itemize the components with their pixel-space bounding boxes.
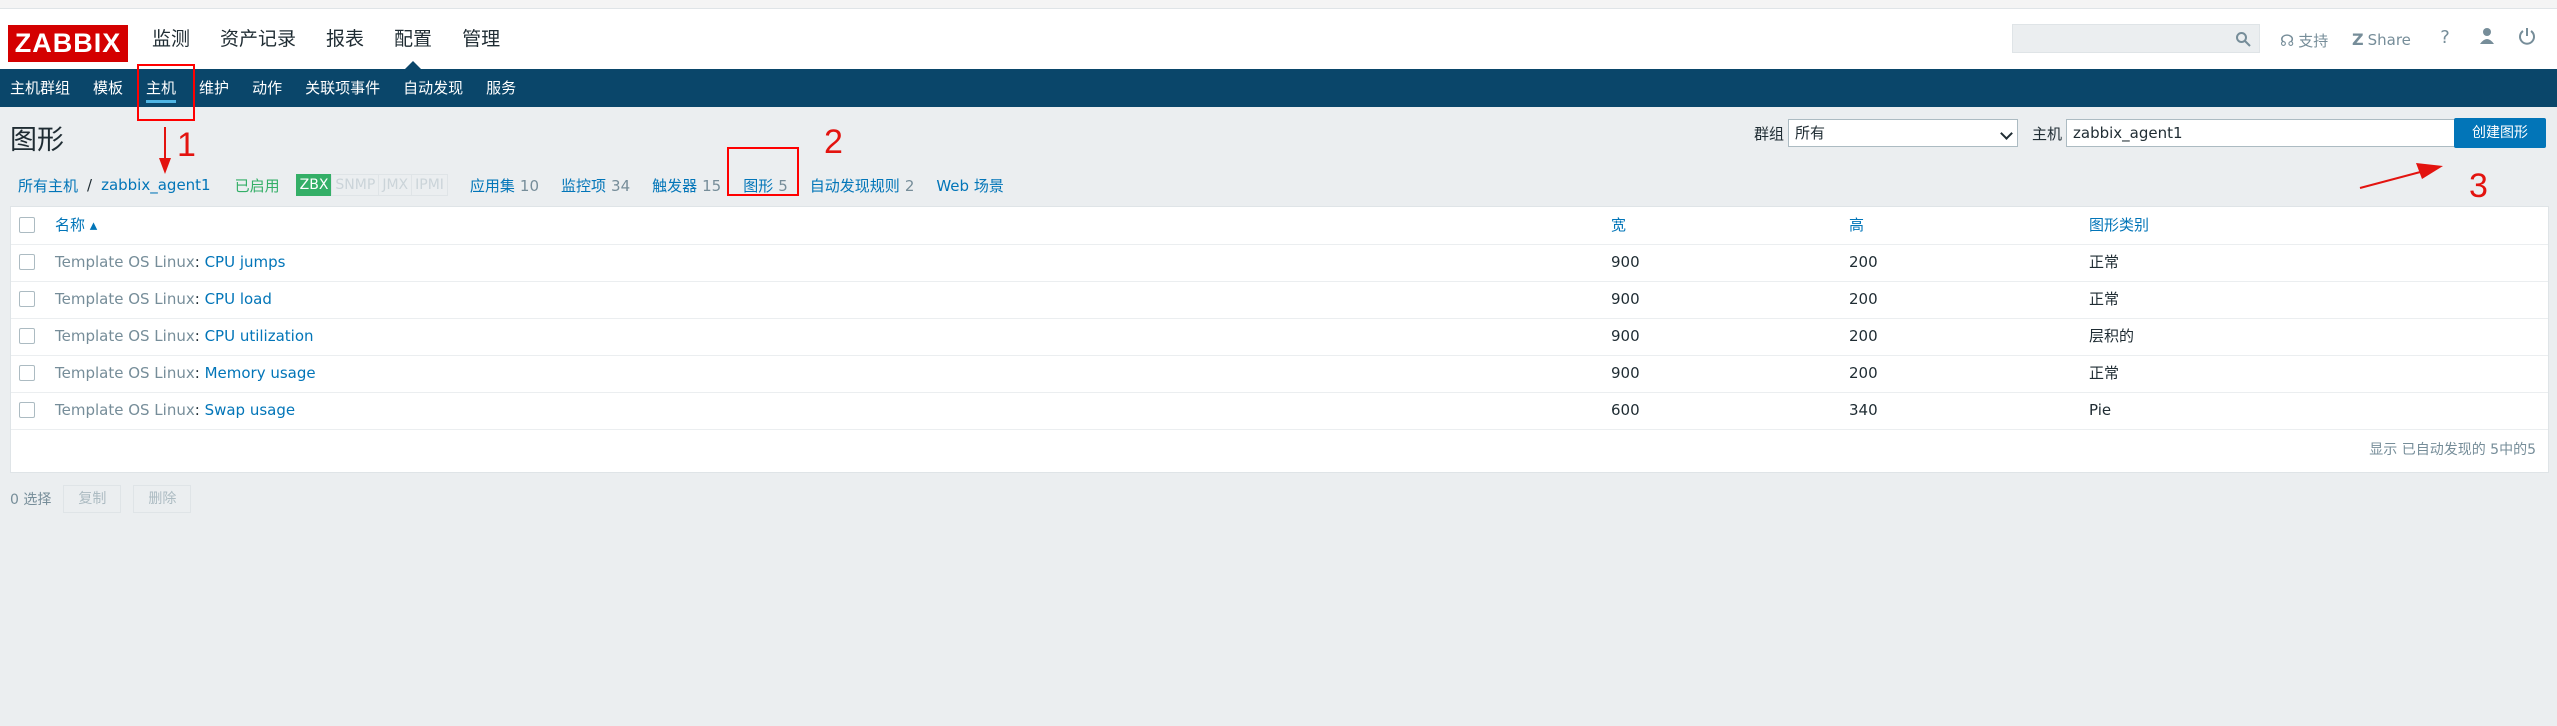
annotation-number-3: 3: [2469, 167, 2488, 205]
annotation-number-1: 1: [177, 126, 196, 164]
annotation-arrows: [159, 127, 2443, 189]
annotation-number-2: 2: [824, 123, 843, 161]
